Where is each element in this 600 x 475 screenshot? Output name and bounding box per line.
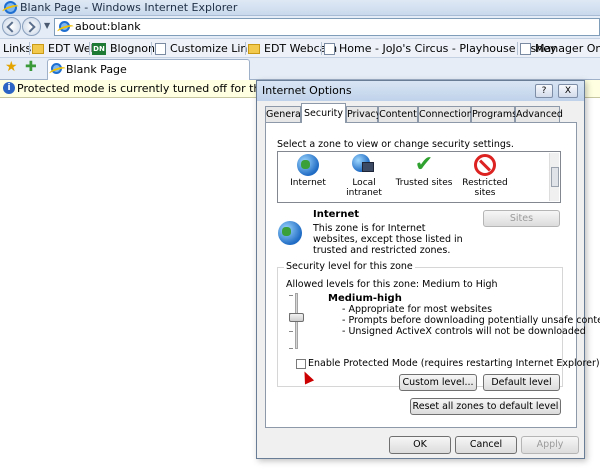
protected-mode-label[interactable]: Enable Protected Mode (requires restarti… — [308, 358, 600, 369]
cancel-button[interactable]: Cancel — [455, 436, 517, 454]
page-link-icon — [520, 42, 531, 55]
globe-icon — [297, 154, 319, 176]
folder-icon — [32, 43, 44, 54]
address-text: about:blank — [75, 20, 141, 33]
level-bullet-3: - Unsigned ActiveX controls will not be … — [342, 326, 586, 337]
scrollbar-thumb[interactable] — [551, 167, 559, 187]
custom-level-button[interactable]: Custom level... — [399, 374, 477, 391]
zone-prompt: Select a zone to view or change security… — [277, 139, 514, 150]
security-level-group-label: Security level for this zone — [284, 261, 415, 272]
tab-advanced[interactable]: Advanced — [515, 106, 563, 122]
ok-button[interactable]: OK — [389, 436, 451, 454]
security-tab-panel: Select a zone to view or change security… — [265, 122, 600, 428]
add-favorites-icon[interactable]: ✚ — [25, 59, 37, 75]
intranet-icon — [352, 154, 376, 176]
favorites-star-icon[interactable]: ★ — [5, 59, 18, 75]
link-customize-links[interactable]: Customize Links — [155, 41, 260, 56]
history-dropdown-icon[interactable]: ▼ — [44, 21, 50, 30]
tab-security[interactable]: Security — [301, 103, 346, 123]
tab-privacy[interactable]: Privacy — [346, 106, 381, 122]
tab-blank-page[interactable]: Blank Page — [47, 59, 250, 80]
zone-list-scrollbar[interactable] — [549, 153, 559, 201]
divider — [151, 42, 152, 55]
blognone-icon: DN — [92, 42, 106, 55]
selected-zone-title: Internet — [313, 209, 360, 220]
level-bullet-1: - Appropriate for most websites — [342, 304, 493, 315]
page-icon — [59, 21, 70, 32]
browser-title-bar: Blank Page - Windows Internet Explorer — [0, 0, 600, 16]
page-link-icon — [155, 42, 166, 55]
address-bar[interactable]: about:blank — [54, 18, 600, 36]
allowed-levels-text: Allowed levels for this zone: Medium to … — [286, 279, 498, 290]
internet-options-dialog: Internet Options ? X General Security Pr… — [256, 80, 600, 459]
zone-trusted-sites[interactable]: ✔ Trusted sites — [394, 152, 454, 189]
zone-local-intranet[interactable]: Local intranet — [334, 154, 394, 198]
security-level-name: Medium-high — [328, 293, 402, 304]
divider — [517, 42, 518, 55]
no-entry-icon — [474, 154, 496, 176]
checkmark-icon: ✔ — [414, 152, 434, 177]
tab-programs[interactable]: Programs — [471, 106, 517, 122]
divider — [89, 42, 90, 55]
zone-label: Local intranet — [346, 178, 382, 198]
divider — [321, 42, 322, 55]
dialog-title: Internet Options — [262, 84, 352, 97]
protected-mode-checkbox[interactable] — [296, 359, 306, 369]
selected-zone-description: This zone is for Internet websites, exce… — [313, 223, 463, 256]
slider-tick — [289, 348, 293, 349]
link-edt-web[interactable]: EDT Web — [32, 41, 98, 56]
reset-all-zones-button[interactable]: Reset all zones to default level — [410, 398, 561, 415]
zone-label: Trusted sites — [395, 178, 453, 188]
sites-button[interactable]: Sites — [483, 210, 560, 227]
zone-label: Internet — [290, 178, 326, 188]
tab-row: ★ ✚ Blank Page — [0, 58, 600, 80]
dialog-title-bar: Internet Options ? X — [257, 81, 584, 101]
apply-button[interactable]: Apply — [521, 436, 579, 454]
help-button[interactable]: ? — [535, 84, 553, 98]
zone-list: Internet Local intranet ✔ Trusted sites … — [277, 151, 561, 203]
divider — [245, 42, 246, 55]
zone-restricted-sites[interactable]: Restricted sites — [452, 154, 518, 198]
tab-title: Blank Page — [66, 63, 127, 76]
page-link-icon — [324, 42, 335, 55]
tab-content[interactable]: Content — [378, 106, 418, 122]
slider-tick — [289, 295, 293, 296]
zone-label: Restricted sites — [462, 178, 508, 198]
zone-internet[interactable]: Internet — [278, 154, 338, 188]
divider — [29, 42, 30, 55]
link-manager-online[interactable]: Manager Online — [520, 41, 600, 56]
forward-button[interactable] — [22, 17, 41, 36]
security-level-slider-thumb[interactable] — [289, 313, 304, 322]
tab-connections[interactable]: Connections — [418, 106, 478, 122]
tab-general[interactable]: General — [265, 106, 303, 122]
tab-page-icon — [51, 63, 62, 74]
back-button[interactable] — [2, 17, 21, 36]
default-level-button[interactable]: Default level — [483, 374, 560, 391]
folder-icon — [248, 43, 260, 54]
level-bullet-2: - Prompts before downloading potentially… — [342, 315, 600, 326]
window-title: Blank Page - Windows Internet Explorer — [20, 1, 238, 14]
links-bar: Links EDT Web DN Blognone Customize Links… — [0, 38, 600, 58]
ie-logo-icon — [4, 1, 17, 14]
links-label: Links — [3, 42, 32, 55]
close-button[interactable]: X — [558, 84, 578, 98]
navigation-bar: ▼ about:blank — [0, 16, 600, 38]
info-icon: i — [3, 82, 15, 94]
selected-zone-globe-icon — [278, 221, 302, 245]
slider-tick — [289, 331, 293, 332]
